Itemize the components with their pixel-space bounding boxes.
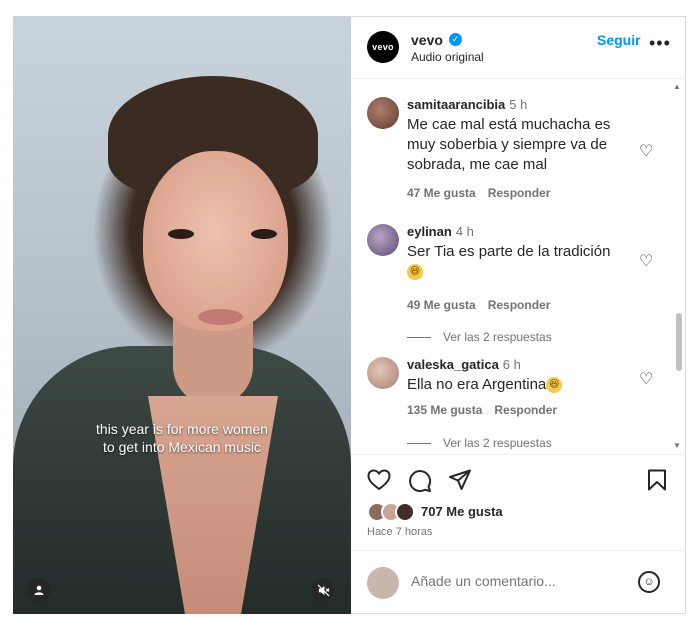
comment-text-body: Ella no era Argentina (407, 376, 547, 393)
video-frame-lips (198, 309, 243, 325)
video-frame-eye-left (168, 229, 194, 239)
emoji-icon[interactable]: ☺ (638, 571, 660, 593)
comment-icon[interactable] (408, 469, 432, 497)
follow-button[interactable]: Seguir (597, 32, 641, 48)
more-options-icon[interactable]: ••• (649, 33, 671, 54)
commenter-avatar[interactable] (367, 224, 399, 256)
video-frame-eye-right (251, 229, 277, 239)
replies-divider (407, 443, 431, 445)
video-player[interactable]: this year is for more women to get into … (13, 16, 351, 614)
comment-text: Ella no era Argentina 😆 (407, 375, 637, 395)
comments-scrollbar[interactable] (672, 79, 684, 454)
comment-meta: 49 Me gusta Responder (407, 298, 550, 312)
post-time[interactable]: Hace 7 horas (367, 526, 432, 538)
heart-icon[interactable]: ♡ (639, 369, 653, 389)
comment-username-text[interactable]: eylinan (407, 224, 452, 239)
reply-button[interactable]: Responder (494, 403, 557, 417)
laughing-emoji: 😆 (546, 377, 563, 394)
comment-item: samitaarancibia 5 h Me cae mal está mucha… (367, 97, 667, 207)
comment-likes[interactable]: 47 Me gusta (407, 186, 476, 200)
current-user-avatar (367, 567, 399, 599)
comment-username[interactable]: eylinan 4 h (407, 224, 474, 239)
view-replies-button[interactable]: Ver las 2 respuestas (407, 436, 552, 450)
post-header: vevo vevo ✓ Audio original Seguir ••• (351, 16, 686, 79)
view-replies-label[interactable]: Ver las 2 respuestas (443, 330, 552, 344)
comment-item: valeska_gatica 6 h Ella no era Argentina 😆… (367, 357, 667, 454)
vevo-avatar[interactable]: vevo (367, 31, 399, 63)
video-frame-face (143, 151, 288, 331)
heart-icon[interactable]: ♡ (639, 141, 653, 161)
scroll-up-arrow-icon[interactable]: ▲ (673, 82, 681, 91)
view-replies-label[interactable]: Ver las 2 respuestas (443, 436, 552, 450)
comment-time: 4 h (455, 224, 474, 239)
comment-likes[interactable]: 49 Me gusta (407, 298, 476, 312)
verified-badge-icon: ✓ (449, 33, 462, 46)
bookmark-icon[interactable] (647, 469, 667, 495)
comment-input[interactable] (411, 573, 631, 589)
comment-item: eylinan 4 h Ser Tia es parte de la tradic… (367, 224, 667, 344)
comments-list[interactable]: samitaarancibia 5 h Me cae mal está mucha… (351, 79, 686, 454)
liker-avatar (395, 502, 415, 522)
heart-icon[interactable]: ♡ (639, 251, 653, 271)
view-replies-button[interactable]: Ver las 2 respuestas (407, 330, 552, 344)
comment-time: 6 h (502, 357, 521, 372)
scroll-down-arrow-icon[interactable]: ▼ (673, 441, 681, 450)
comment-username[interactable]: samitaarancibia 5 h (407, 97, 527, 112)
likes-count[interactable]: 707 Me gusta (421, 504, 503, 519)
reply-button[interactable]: Responder (488, 298, 551, 312)
comment-username-text[interactable]: valeska_gatica (407, 357, 499, 372)
reply-button[interactable]: Responder (488, 186, 551, 200)
scrollbar-thumb[interactable] (676, 313, 682, 371)
video-caption-line-2: to get into Mexican music (103, 439, 261, 455)
comment-text: Me cae mal está muchacha es muy soberbia… (407, 116, 611, 173)
comment-meta: 47 Me gusta Responder (407, 186, 550, 200)
comment-username-text[interactable]: samitaarancibia (407, 97, 505, 112)
send-icon[interactable] (448, 469, 472, 495)
heart-icon[interactable] (367, 469, 391, 495)
commenter-avatar[interactable] (367, 97, 399, 129)
comment-meta: 135 Me gusta Responder (407, 403, 557, 417)
muted-speaker-icon[interactable] (311, 578, 335, 602)
video-caption-line-1: this year is for more women (96, 421, 268, 437)
comment-time: 5 h (509, 97, 528, 112)
comment-text: Ser Tia es parte de la tradición 😆 (407, 242, 637, 282)
add-comment-bar: ☺ (351, 550, 686, 615)
post-username[interactable]: vevo (411, 32, 443, 48)
comment-text-body: Ser Tia es parte de la tradición (407, 243, 611, 260)
replies-divider (407, 337, 431, 339)
user-icon[interactable] (27, 578, 51, 602)
laughing-emoji: 😆 (407, 264, 423, 281)
post-panel: vevo vevo ✓ Audio original Seguir ••• sa… (351, 16, 686, 614)
audio-label[interactable]: Audio original (411, 50, 484, 64)
commenter-avatar[interactable] (367, 357, 399, 389)
comment-username[interactable]: valeska_gatica 6 h (407, 357, 521, 372)
comment-likes[interactable]: 135 Me gusta (407, 403, 482, 417)
